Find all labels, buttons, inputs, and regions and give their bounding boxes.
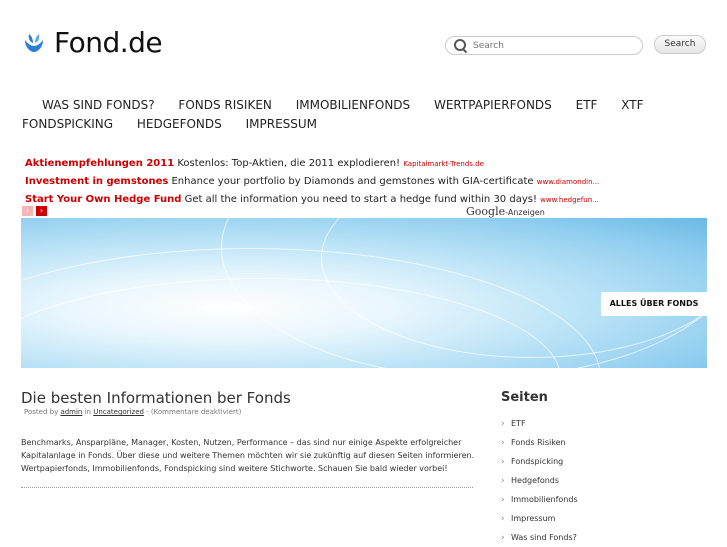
nav-item-wertpapierfonds[interactable]: WERTPAPIERFONDS [434,96,552,115]
logo-icon [25,33,43,52]
nav-item-immobilienfonds[interactable]: IMMOBILIENFONDS [296,96,410,115]
ad-url[interactable]: www.hedgefun... [540,196,599,204]
ad-title[interactable]: Aktienempfehlungen 2011 [25,158,174,169]
ad-next-button[interactable]: › [36,206,47,216]
meta-in: in [82,408,94,416]
ads-label: -Anzeigen [505,208,545,217]
sidebar-pages: ETF Fonds Risiken Fondspicking Hedgefond… [501,414,701,547]
ad-item[interactable]: Investment in gemstones Enhance your por… [25,173,599,191]
google-brand: Google [466,205,506,218]
meta-prefix: Posted by [24,408,61,416]
nav-item-etf[interactable]: ETF [576,96,598,115]
nav-item-fondspicking[interactable]: FONDSPICKING [22,115,113,134]
ad-title[interactable]: Start Your Own Hedge Fund [25,194,181,205]
nav-item-was-sind-fonds[interactable]: WAS SIND FONDS? [42,96,155,115]
nav-item-fonds-risiken[interactable]: FONDS RISIKEN [178,96,271,115]
category-link[interactable]: Uncategorized [93,408,144,416]
ad-text: Kostenlos: Top-Aktien, die 2011 explodie… [174,158,404,169]
nav-item-xtf[interactable]: XTF [621,96,643,115]
ad-text: Enhance your portfolio by Diamonds and g… [168,176,537,187]
hero-banner: ALLES ÜBER FONDS [21,218,707,368]
site-logo[interactable]: Fond.de [22,26,163,59]
author-link[interactable]: admin [60,408,82,416]
post-meta: Posted by admin in Uncategorized - (Komm… [24,408,241,416]
nav-item-impressum[interactable]: IMPRESSUM [246,115,317,134]
nav-item-hedgefonds[interactable]: HEDGEFONDS [137,115,222,134]
search-icon [454,39,467,52]
sidebar-item-hedgefonds[interactable]: Hedgefonds [501,471,701,490]
ad-item[interactable]: Aktienempfehlungen 2011 Kostenlos: Top-A… [25,155,599,173]
sidebar-item-fonds-risiken[interactable]: Fonds Risiken [501,433,701,452]
ad-url[interactable]: www.diamondin... [537,178,599,186]
ad-prev-button[interactable]: ‹ [22,206,33,216]
google-ads-label[interactable]: Google-Anzeigen [466,205,545,218]
ad-block: Aktienempfehlungen 2011 Kostenlos: Top-A… [25,155,599,209]
sidebar-item-etf[interactable]: ETF [501,414,701,433]
sidebar-item-fondspicking[interactable]: Fondspicking [501,452,701,471]
meta-suffix: - (Kommentare deaktiviert) [143,408,242,416]
main-nav: WAS SIND FONDS? FONDS RISIKEN IMMOBILIEN… [22,96,672,134]
banner-label[interactable]: ALLES ÜBER FONDS [601,292,707,316]
search-box[interactable] [445,36,643,55]
ad-url[interactable]: Kapitalmarkt-Trends.de [403,160,484,168]
sidebar-item-was-sind-fonds[interactable]: Was sind Fonds? [501,528,701,547]
ad-text: Get all the information you need to star… [181,194,541,205]
search-input[interactable] [473,40,633,51]
post-body: Benchmarks, Ansparpläne, Manager, Kosten… [21,438,475,473]
sidebar-title: Seiten [501,390,548,405]
ad-pagination: ‹ › [22,206,47,216]
logo-text: Fond.de [54,26,163,59]
search-button[interactable]: Search [654,35,706,54]
sidebar-item-immobilienfonds[interactable]: Immobilienfonds [501,490,701,509]
ad-title[interactable]: Investment in gemstones [25,176,168,187]
post-divider [21,487,473,488]
post-title[interactable]: Die besten Informationen ber Fonds [21,389,291,407]
sidebar-item-impressum[interactable]: Impressum [501,509,701,528]
